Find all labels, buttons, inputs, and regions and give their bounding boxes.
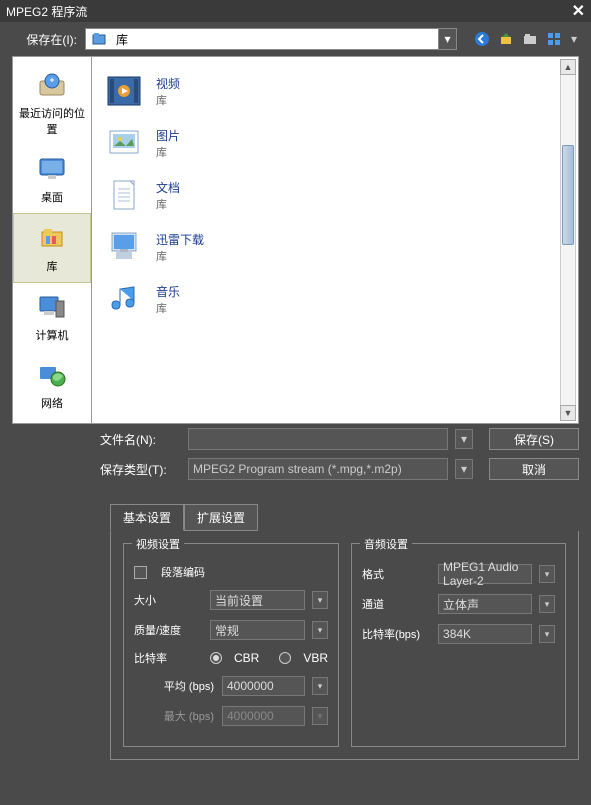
item-sub: 库	[156, 92, 180, 108]
item-sub: 库	[156, 196, 180, 212]
video-icon	[104, 71, 144, 111]
size-select[interactable]: 当前设置	[210, 590, 305, 610]
item-name: 音乐	[156, 283, 180, 300]
scroll-thumb[interactable]	[562, 145, 574, 245]
place-computer[interactable]: 计算机	[13, 283, 91, 351]
documents-icon	[104, 175, 144, 215]
tab-basic[interactable]: 基本设置	[110, 504, 184, 531]
list-item[interactable]: 视频库	[100, 65, 570, 117]
view-icon[interactable]	[545, 30, 563, 48]
place-network-label: 网络	[41, 395, 63, 411]
list-item[interactable]: 图片库	[100, 117, 570, 169]
filetype-select[interactable]: MPEG2 Program stream (*.mpg,*.m2p)	[188, 458, 448, 480]
format-label: 格式	[362, 566, 430, 582]
chevron-down-icon[interactable]: ▾	[455, 459, 473, 479]
view-dropdown-icon[interactable]: ▾	[569, 30, 579, 48]
save-button[interactable]: 保存(S)	[489, 428, 579, 450]
video-settings-group: 视频设置 段落编码 大小 当前设置 ▾ 质量/速度 常规 ▾ 比特率 CBR V…	[123, 543, 339, 747]
place-network[interactable]: 网络	[13, 351, 91, 419]
chevron-down-icon[interactable]: ▾	[539, 595, 555, 613]
item-sub: 库	[156, 144, 180, 160]
window-title: MPEG2 程序流	[6, 3, 87, 20]
library-icon	[90, 30, 108, 48]
file-list[interactable]: 视频库 图片库 文档库 迅雷下载库 音乐库 ▲ ▼	[92, 56, 579, 424]
vbr-radio[interactable]	[279, 652, 291, 664]
chevron-down-icon[interactable]: ▾	[455, 429, 473, 449]
thunder-icon	[104, 227, 144, 267]
up-icon[interactable]	[497, 30, 515, 48]
segment-encode-label: 段落编码	[161, 564, 205, 580]
save-in-combo[interactable]: 库 ▾	[85, 28, 457, 50]
scroll-up-icon[interactable]: ▲	[560, 59, 576, 75]
titlebar: MPEG2 程序流 ✕	[0, 0, 591, 22]
item-name: 视频	[156, 75, 180, 92]
item-name: 图片	[156, 127, 180, 144]
list-item[interactable]: 文档库	[100, 169, 570, 221]
avg-bitrate-label: 平均 (bps)	[154, 678, 214, 694]
item-sub: 库	[156, 248, 204, 264]
max-bitrate-label: 最大 (bps)	[154, 708, 214, 724]
channel-select[interactable]: 立体声	[438, 594, 532, 614]
chevron-down-icon[interactable]: ▾	[539, 625, 555, 643]
chevron-down-icon[interactable]: ▾	[312, 677, 328, 695]
channel-label: 通道	[362, 596, 430, 612]
cbr-label: CBR	[234, 651, 259, 665]
cbr-radio[interactable]	[210, 652, 222, 664]
vbr-label: VBR	[303, 651, 328, 665]
music-icon	[104, 279, 144, 319]
chevron-down-icon: ▾	[312, 707, 328, 725]
chevron-down-icon[interactable]: ▾	[312, 591, 328, 609]
back-icon[interactable]	[473, 30, 491, 48]
close-icon[interactable]: ✕	[572, 1, 585, 21]
recent-icon	[34, 69, 70, 101]
format-select[interactable]: MPEG1 Audio Layer-2	[438, 564, 532, 584]
place-recent[interactable]: 最近访问的位置	[13, 61, 91, 145]
desktop-icon	[34, 153, 70, 185]
avg-bitrate-input[interactable]: 4000000	[222, 676, 305, 696]
size-label: 大小	[134, 592, 202, 608]
place-recent-label: 最近访问的位置	[15, 105, 89, 137]
max-bitrate-input: 4000000	[222, 706, 305, 726]
place-desktop-label: 桌面	[41, 189, 63, 205]
audio-bitrate-label: 比特率(bps)	[362, 626, 430, 642]
audio-bitrate-select[interactable]: 384K	[438, 624, 532, 644]
save-in-value: 库	[112, 31, 438, 48]
list-item[interactable]: 迅雷下载库	[100, 221, 570, 273]
bitrate-label: 比特率	[134, 650, 202, 666]
network-icon	[34, 359, 70, 391]
item-name: 文档	[156, 179, 180, 196]
scroll-down-icon[interactable]: ▼	[560, 405, 576, 421]
cancel-button[interactable]: 取消	[489, 458, 579, 480]
quality-label: 质量/速度	[134, 622, 202, 638]
scroll-track[interactable]	[560, 75, 576, 405]
computer-icon	[34, 291, 70, 323]
segment-encode-checkbox[interactable]	[134, 566, 147, 579]
video-legend: 视频设置	[132, 536, 184, 552]
place-desktop[interactable]: 桌面	[13, 145, 91, 213]
new-folder-icon[interactable]	[521, 30, 539, 48]
chevron-down-icon[interactable]: ▾	[539, 565, 555, 583]
library-place-icon	[34, 222, 70, 254]
tab-advanced[interactable]: 扩展设置	[184, 504, 258, 531]
place-computer-label: 计算机	[36, 327, 69, 343]
filetype-label: 保存类型(T):	[100, 461, 180, 478]
quality-select[interactable]: 常规	[210, 620, 305, 640]
filename-input[interactable]	[188, 428, 448, 450]
list-item[interactable]: 音乐库	[100, 273, 570, 325]
place-library[interactable]: 库	[13, 213, 91, 283]
places-bar: 最近访问的位置 桌面 库 计算机 网络	[12, 56, 92, 424]
audio-legend: 音频设置	[360, 536, 412, 552]
place-library-label: 库	[47, 258, 58, 274]
chevron-down-icon[interactable]: ▾	[312, 621, 328, 639]
filename-label: 文件名(N):	[100, 431, 180, 448]
pictures-icon	[104, 123, 144, 163]
scrollbar[interactable]: ▲ ▼	[560, 59, 576, 421]
item-sub: 库	[156, 300, 180, 316]
audio-settings-group: 音频设置 格式 MPEG1 Audio Layer-2 ▾ 通道 立体声 ▾ 比…	[351, 543, 566, 747]
chevron-down-icon[interactable]: ▾	[438, 29, 456, 49]
item-name: 迅雷下载	[156, 231, 204, 248]
save-in-label: 保存在(I):	[12, 31, 77, 48]
